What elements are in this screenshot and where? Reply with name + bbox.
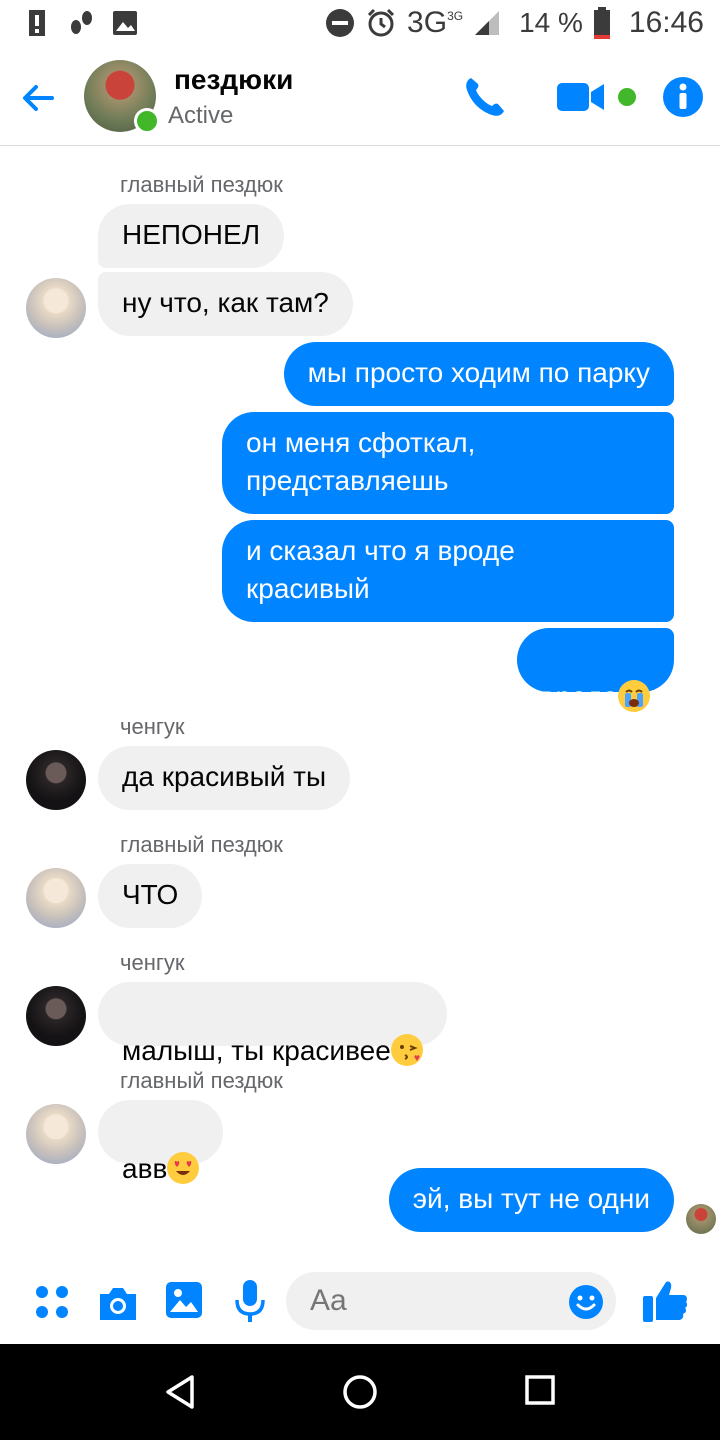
kiss-face-icon: [390, 1034, 423, 1066]
like-icon[interactable]: [640, 1276, 690, 1326]
avatar[interactable]: [26, 278, 86, 338]
video-active-dot: [618, 88, 636, 106]
message-input[interactable]: [286, 1272, 616, 1330]
camera-icon[interactable]: [96, 1284, 140, 1322]
avatar[interactable]: [26, 750, 86, 810]
alarm-icon: [367, 8, 395, 37]
message-bubble-incoming[interactable]: ЧТО: [98, 864, 203, 928]
video-icon[interactable]: [556, 80, 606, 114]
message-bubble-outgoing[interactable]: эй, вы тут не одни: [388, 1168, 674, 1232]
message-text: вроде: [540, 681, 618, 712]
alert-icon: [29, 10, 45, 36]
conversation-header: пездюки Active: [0, 50, 720, 146]
network-sub: 3G: [447, 9, 464, 23]
signal-icon: [475, 11, 500, 35]
avatar[interactable]: [26, 986, 86, 1046]
message-bubble-outgoing[interactable]: и сказал что я вроде красивый: [222, 520, 674, 622]
back-arrow-icon[interactable]: [18, 78, 58, 118]
mic-icon[interactable]: [232, 1278, 268, 1324]
message-bubble-outgoing[interactable]: он меня сфоткал, представляешь: [222, 412, 674, 514]
sender-name: главный пездюк: [120, 832, 283, 857]
message-bubble-incoming[interactable]: ну что, как там?: [98, 272, 353, 336]
message-bubble-incoming[interactable]: малыш, ты красивее: [98, 982, 447, 1066]
avatar[interactable]: [26, 868, 86, 928]
battery-percent: 14 %: [519, 7, 583, 38]
avatar[interactable]: [26, 1104, 86, 1164]
back-triangle-icon[interactable]: [164, 1374, 196, 1410]
sender-name: ченгук: [120, 714, 185, 739]
home-circle-icon[interactable]: [342, 1374, 378, 1410]
system-nav-bar: [0, 1344, 720, 1440]
composer-bar: [0, 1256, 720, 1344]
online-indicator: [134, 108, 160, 134]
message-list[interactable]: главный пездюк НЕПОНЕЛ ну что, как там? …: [0, 146, 720, 1256]
status-bar: 3G 3G 14 % 16:46: [0, 0, 720, 50]
steps-icon: [71, 11, 92, 34]
message-bubble-outgoing[interactable]: вроде: [516, 628, 674, 712]
message-bubble-incoming[interactable]: да красивый ты: [98, 746, 351, 810]
info-icon[interactable]: [662, 76, 704, 118]
crying-face-icon: [618, 680, 650, 712]
apps-icon[interactable]: [32, 1282, 72, 1322]
message-text: авв: [122, 1153, 168, 1184]
seen-avatar: [686, 1204, 716, 1234]
clock: 16:46: [628, 6, 704, 39]
message-text: малыш, ты красивее: [122, 1035, 391, 1066]
message-bubble-incoming[interactable]: авв: [98, 1100, 224, 1184]
heart-eyes-face-icon: [167, 1152, 200, 1184]
sender-name: главный пездюк: [120, 1068, 283, 1093]
sender-name: главный пездюк: [120, 172, 283, 197]
recents-square-icon[interactable]: [524, 1374, 556, 1406]
sender-name: ченгук: [120, 950, 185, 975]
message-bubble-incoming[interactable]: НЕПОНЕЛ: [98, 204, 285, 268]
phone-icon[interactable]: [462, 74, 508, 120]
network-type: 3G: [407, 6, 448, 39]
active-status: Active: [168, 102, 234, 129]
emoji-icon[interactable]: [568, 1284, 604, 1320]
image-icon: [113, 11, 137, 35]
conversation-title[interactable]: пездюки: [174, 64, 293, 96]
message-bubble-outgoing[interactable]: мы просто ходим по парку: [283, 342, 674, 406]
battery-icon: [593, 7, 610, 39]
dnd-icon: [326, 9, 355, 37]
gallery-icon[interactable]: [164, 1280, 204, 1320]
